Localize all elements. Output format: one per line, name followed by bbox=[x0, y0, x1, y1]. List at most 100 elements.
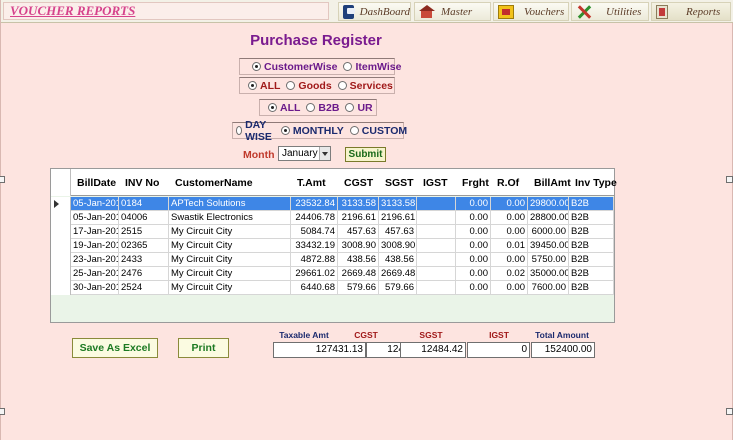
table-cell: 2433 bbox=[119, 253, 169, 267]
total-value-field[interactable]: 12484.42 bbox=[400, 342, 466, 358]
radio-type-all-dot[interactable] bbox=[248, 81, 257, 90]
table-cell: 4872.88 bbox=[291, 253, 338, 267]
month-select[interactable]: January bbox=[278, 146, 331, 161]
table-cell bbox=[417, 211, 456, 225]
total-value-field[interactable]: 152400.00 bbox=[531, 342, 595, 358]
radio-customerwise-dot[interactable] bbox=[252, 62, 261, 71]
table-cell: 2524 bbox=[119, 281, 169, 295]
column-header[interactable]: SGST bbox=[383, 169, 421, 196]
radio-customerwise[interactable]: CustomerWise bbox=[252, 61, 337, 73]
nav-dashboard-label: DashBoard bbox=[359, 5, 410, 18]
nav-master[interactable]: Master bbox=[414, 2, 491, 21]
table-row[interactable]: 23-Jan-20182433My Circuit City4872.88438… bbox=[51, 253, 614, 267]
table-cell: 30-Jan-2018 bbox=[71, 281, 119, 295]
radio-b2b[interactable]: B2B bbox=[306, 102, 339, 114]
radio-ur-dot[interactable] bbox=[345, 103, 355, 112]
radio-services[interactable]: Services bbox=[337, 80, 393, 92]
save-as-excel-button[interactable]: Save As Excel bbox=[72, 338, 158, 358]
radio-daywise[interactable]: DAY WISE bbox=[236, 119, 275, 143]
column-header[interactable]: IGST bbox=[421, 169, 460, 196]
table-cell: 28800.00 bbox=[530, 211, 569, 225]
table-row[interactable]: 17-Jan-20182515My Circuit City5084.74457… bbox=[51, 225, 614, 239]
radio-monthly[interactable]: MONTHLY bbox=[280, 124, 344, 137]
table-cell: 2196.61 bbox=[381, 211, 417, 225]
radio-customerwise-label: CustomerWise bbox=[264, 60, 338, 73]
table-cell: B2B bbox=[569, 197, 614, 211]
row-selector[interactable] bbox=[51, 197, 71, 211]
total-label: IGST bbox=[489, 330, 509, 340]
radio-custom-dot[interactable] bbox=[349, 126, 359, 135]
column-header[interactable]: CustomerName bbox=[173, 169, 295, 196]
resize-handle-bottom-left[interactable] bbox=[0, 408, 5, 415]
total-value-field[interactable]: 127431.13 bbox=[273, 342, 366, 358]
table-cell: 2515 bbox=[119, 225, 169, 239]
radio-goods[interactable]: Goods bbox=[286, 80, 332, 92]
table-row[interactable]: 05-Jan-20180184APTech Solutions23532.843… bbox=[51, 197, 614, 211]
table-cell: 3133.58 bbox=[381, 197, 417, 211]
purchase-grid: BillDate INV No CustomerName T.Amt CGST SGST I… bbox=[50, 168, 618, 323]
table-cell: 5084.74 bbox=[291, 225, 338, 239]
radio-services-dot[interactable] bbox=[337, 81, 347, 90]
column-header[interactable]: Inv Type bbox=[573, 169, 618, 196]
grid-header-corner bbox=[51, 169, 71, 196]
column-header[interactable]: CGST bbox=[342, 169, 383, 196]
table-row[interactable]: 05-Jan-201804006Swastik Electronics24406… bbox=[51, 211, 614, 225]
table-cell: 29661.02 bbox=[291, 267, 338, 281]
radio-monthly-dot[interactable] bbox=[280, 126, 290, 135]
nav-vouchers-label: Vouchers bbox=[524, 5, 565, 18]
radio-ur[interactable]: UR bbox=[345, 102, 373, 114]
row-selector[interactable] bbox=[51, 225, 71, 239]
chevron-down-icon[interactable] bbox=[319, 147, 330, 160]
resize-handle-right[interactable] bbox=[726, 176, 733, 183]
column-header[interactable]: BillAmt bbox=[532, 169, 573, 196]
resize-handle-bottom-right[interactable] bbox=[726, 408, 733, 415]
submit-button[interactable]: Submit bbox=[345, 147, 386, 162]
column-header[interactable]: Frght bbox=[460, 169, 495, 196]
table-cell: 7600.00 bbox=[528, 281, 569, 295]
total-label: CGST bbox=[354, 330, 378, 340]
invoice-type-group: ALL B2B UR bbox=[259, 99, 377, 116]
radio-type-all[interactable]: ALL bbox=[248, 80, 280, 92]
report-basis-group: CustomerWise ItemWise bbox=[239, 58, 401, 75]
radio-itemwise-dot[interactable] bbox=[343, 62, 353, 71]
nav-reports[interactable]: Reports bbox=[651, 2, 731, 21]
nav-vouchers[interactable]: Vouchers bbox=[493, 2, 569, 21]
row-selector[interactable] bbox=[51, 239, 71, 253]
nav-utilities[interactable]: Utilities bbox=[571, 2, 649, 21]
row-selector[interactable] bbox=[51, 281, 71, 295]
radio-custom[interactable]: CUSTOM bbox=[349, 125, 407, 137]
table-cell: B2B bbox=[569, 225, 614, 239]
total-label: Taxable Amt bbox=[279, 330, 329, 340]
table-cell: 25-Jan-2018 bbox=[71, 267, 119, 281]
row-selector[interactable] bbox=[51, 211, 71, 225]
table-cell: 0.00 bbox=[456, 267, 491, 281]
table-cell: B2B bbox=[569, 239, 614, 253]
nav-dashboard[interactable]: DashBoard bbox=[338, 2, 411, 21]
radio-goods-dot[interactable] bbox=[286, 81, 296, 90]
radio-itemwise[interactable]: ItemWise bbox=[343, 61, 401, 73]
radio-daywise-dot[interactable] bbox=[236, 126, 243, 135]
table-cell bbox=[417, 253, 456, 267]
column-header[interactable]: T.Amt bbox=[295, 169, 342, 196]
radio-inv-all[interactable]: ALL bbox=[268, 102, 300, 114]
row-selector[interactable] bbox=[51, 253, 71, 267]
print-button[interactable]: Print bbox=[178, 338, 229, 358]
column-header[interactable]: INV No bbox=[123, 169, 173, 196]
radio-monthly-label: MONTHLY bbox=[292, 124, 344, 137]
radio-b2b-dot[interactable] bbox=[306, 103, 316, 112]
total-value-field[interactable]: 0 bbox=[467, 342, 530, 358]
table-cell: B2B bbox=[569, 211, 614, 225]
table-row[interactable]: 19-Jan-201802365My Circuit City33432.193… bbox=[51, 239, 614, 253]
table-cell: 35000.00 bbox=[530, 267, 569, 281]
table-cell: 0.00 bbox=[456, 239, 491, 253]
table-row[interactable]: 25-Jan-20182476My Circuit City29661.0226… bbox=[51, 267, 614, 281]
column-header[interactable]: R.Of bbox=[495, 169, 532, 196]
table-row[interactable]: 30-Jan-20182524My Circuit City6440.68579… bbox=[51, 281, 614, 295]
table-cell: 19-Jan-2018 bbox=[71, 239, 119, 253]
row-selector[interactable] bbox=[51, 267, 71, 281]
page-title: Purchase Register bbox=[250, 32, 382, 49]
resize-handle-left[interactable] bbox=[0, 176, 5, 183]
table-cell: 17-Jan-2018 bbox=[71, 225, 119, 239]
radio-inv-all-dot[interactable] bbox=[268, 103, 277, 112]
column-header[interactable]: BillDate bbox=[75, 169, 123, 196]
